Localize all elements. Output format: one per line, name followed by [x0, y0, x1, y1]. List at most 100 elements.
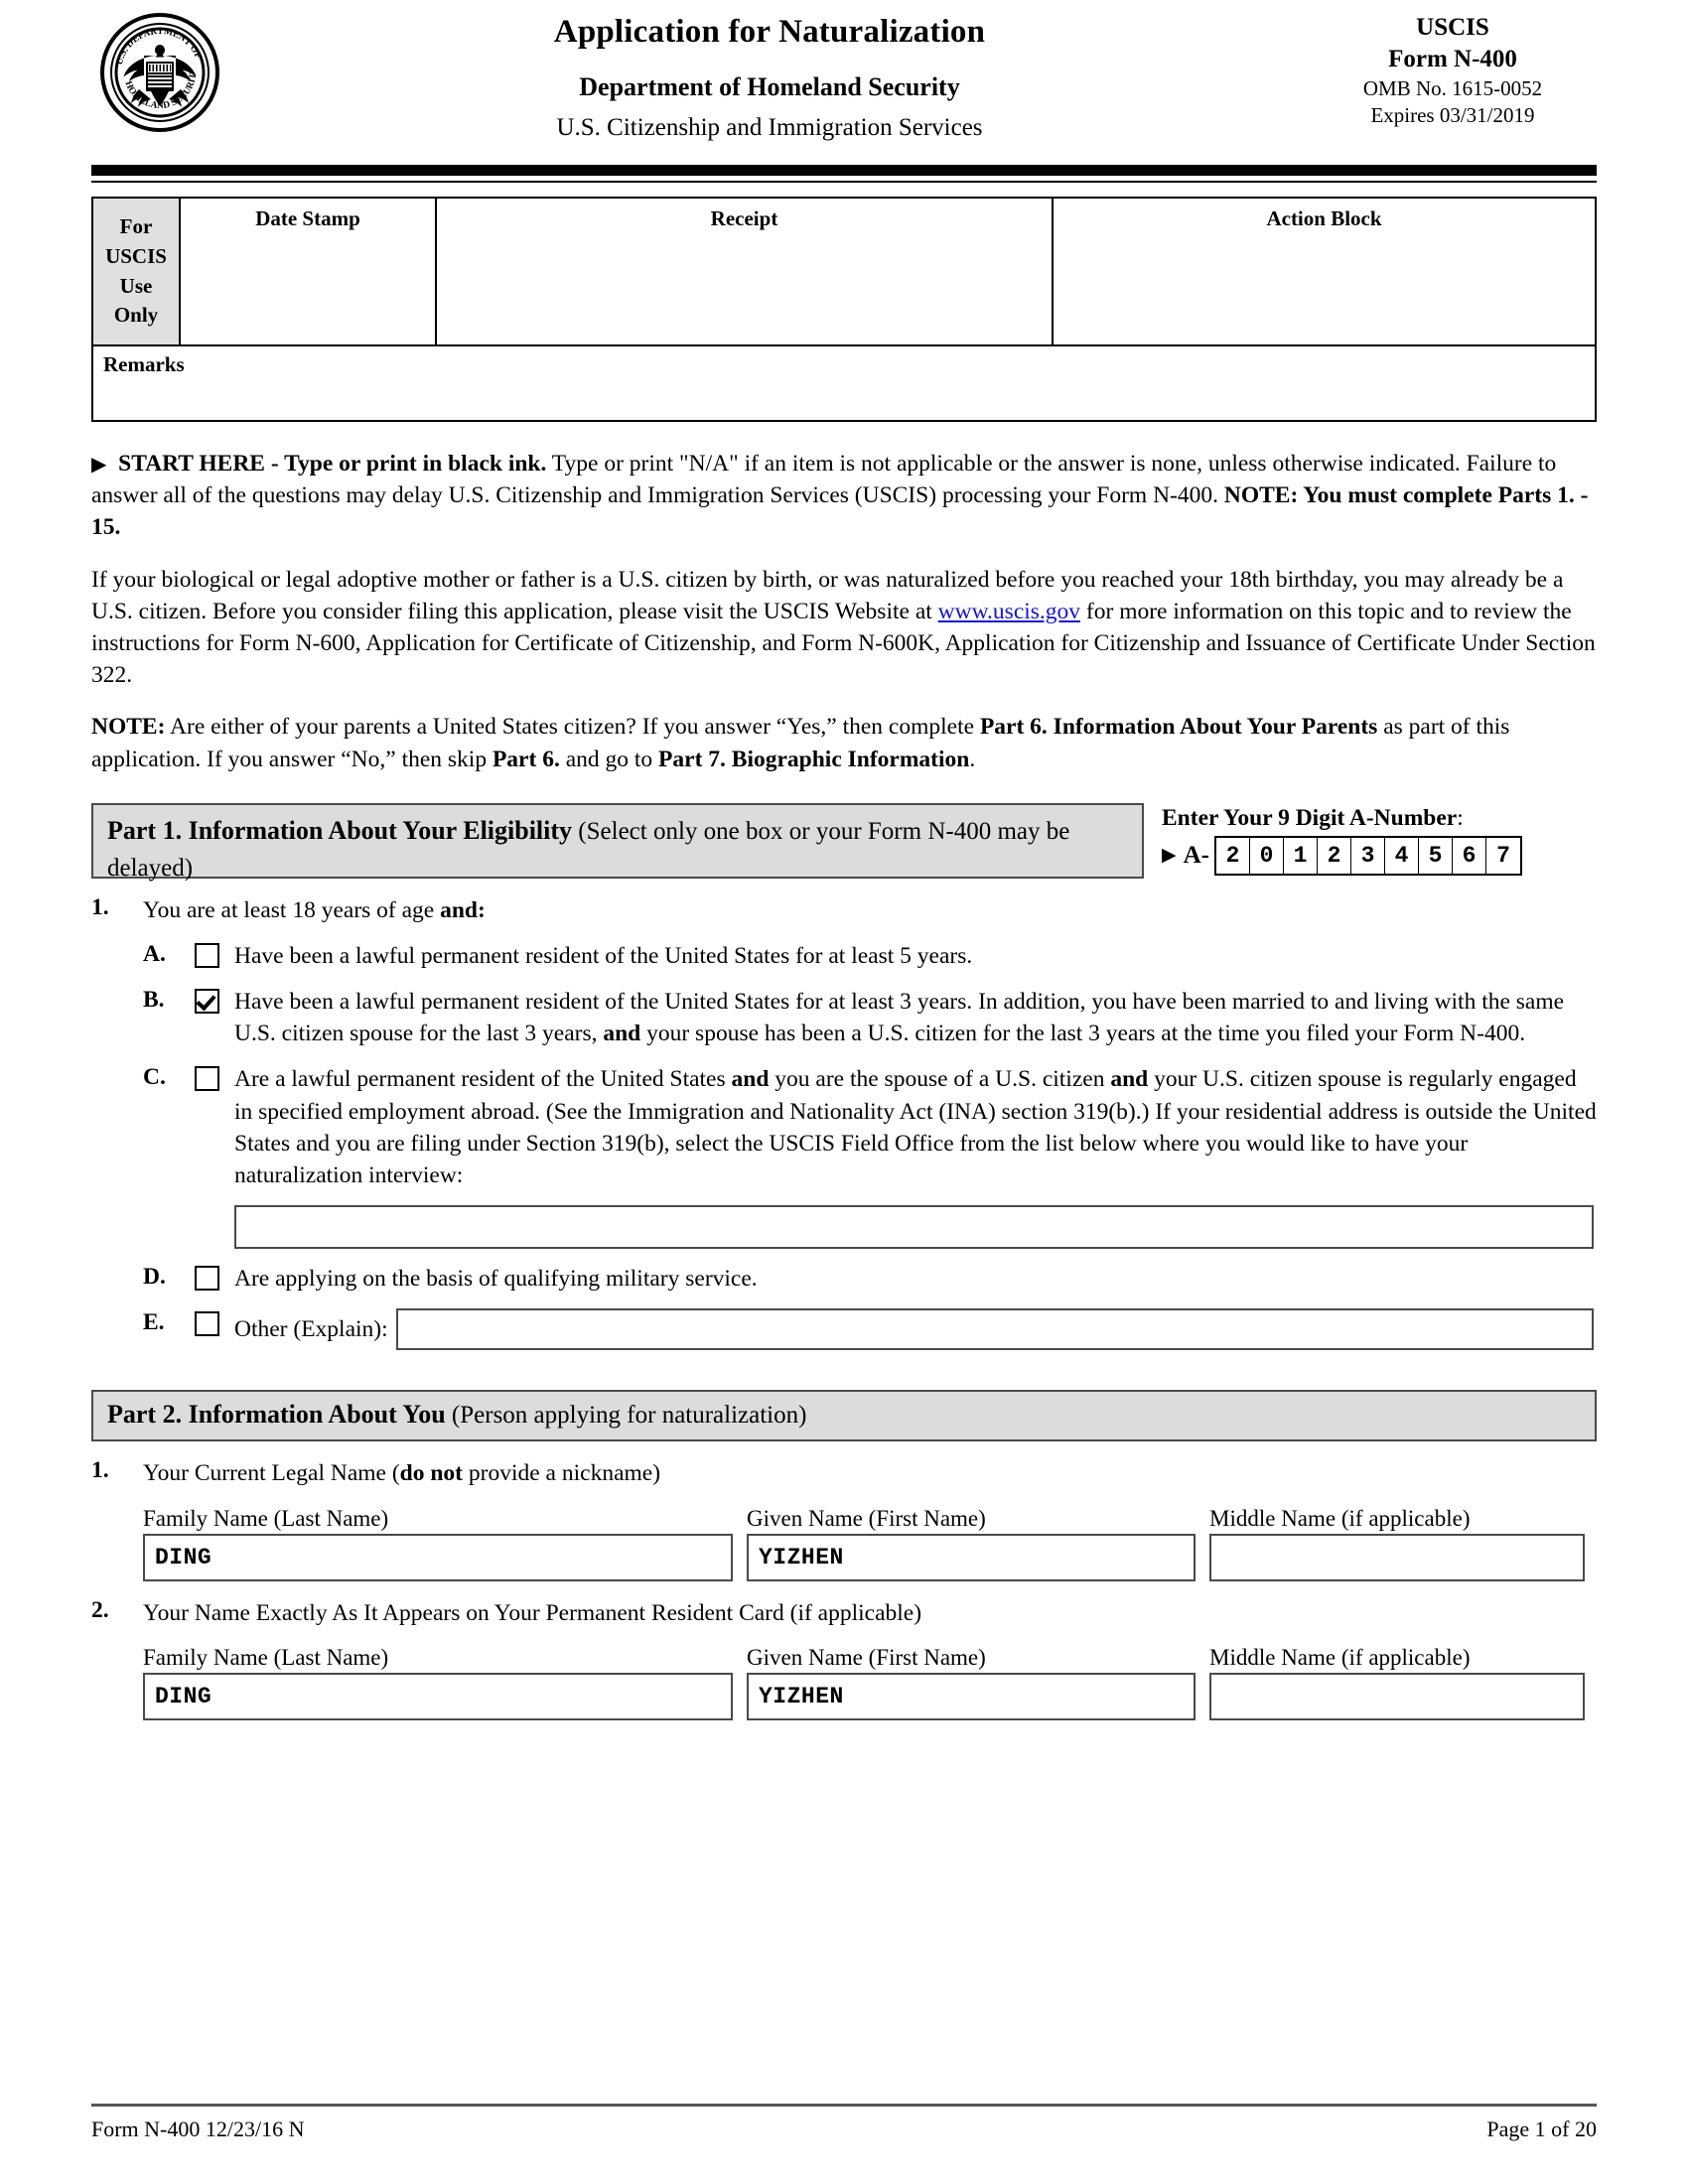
current-name-labels: Family Name (Last Name) Given Name (Firs…: [91, 1506, 1597, 1532]
part2-item-2-label-before: Your Name Exactly As It Appears on Your …: [143, 1599, 922, 1626]
start-here-arrow-icon: ▶: [91, 454, 107, 476]
option-d-letter: D.: [143, 1264, 166, 1291]
current-middle-name-label: Middle Name (if applicable): [1209, 1505, 1471, 1531]
form-identity-block: USCIS Form N-400 OMB No. 1615-0052 Expir…: [1309, 12, 1597, 129]
uscis-use-only-row: For USCIS Use Only Date Stamp Receipt Ac…: [93, 199, 1595, 344]
form-number: Form N-400: [1388, 46, 1517, 72]
a-number-digit-boxes[interactable]: 2 0 1 2 3 4 5 6 7: [1214, 835, 1523, 876]
a-number-block: Enter Your 9 Digit A-Number: ▶ A- 2 0 1 …: [1144, 803, 1597, 876]
footer-rule: [91, 2104, 1597, 2107]
part-1-title-bar: Part 1. Information About Your Eligibili…: [91, 802, 1144, 882]
for-uscis-use-only-label: For USCIS Use Only: [93, 199, 181, 344]
eligibility-question-text: You are at least 18 years of age and:: [143, 894, 486, 926]
option-c-checkbox[interactable]: [195, 1066, 219, 1092]
receipt-cell[interactable]: Receipt: [437, 199, 1054, 344]
part-1-header-row: Part 1. Information About Your Eligibili…: [91, 802, 1597, 882]
prc-middle-name-label: Middle Name (if applicable): [1209, 1644, 1471, 1670]
eligibility-question-row: 1. You are at least 18 years of age and:: [91, 894, 1597, 926]
dhs-seal-icon: U.S. DEPARTMENT OF HOMELAND SECURITY: [96, 5, 220, 133]
option-c-bold-2: and: [1110, 1066, 1149, 1093]
current-name-inputs: DING YIZHEN: [91, 1533, 1597, 1581]
prc-family-name-input[interactable]: DING: [143, 1672, 733, 1720]
a-number-input-row: ▶ A- 2 0 1 2 3 4 5 6 7: [1162, 835, 1597, 876]
eligibility-option-d: D. Are applying on the basis of qualifyi…: [91, 1263, 1597, 1295]
option-b-checkbox[interactable]: [195, 989, 219, 1015]
a-number-digit-4[interactable]: 2: [1318, 837, 1352, 874]
header-thick-rule: [91, 165, 1597, 176]
option-c-text: Are a lawful permanent resident of the U…: [234, 1063, 1597, 1250]
date-stamp-header: Date Stamp: [255, 206, 360, 230]
prc-name-labels: Family Name (Last Name) Given Name (Firs…: [91, 1645, 1597, 1671]
eligibility-question-text-before: You are at least 18 years of age: [143, 896, 441, 923]
option-b-bold-1: and: [603, 1021, 641, 1047]
footer-form-id: Form N-400 12/23/16 N: [91, 2116, 305, 2141]
option-c-text-2: you are the spouse of a U.S. citizen: [769, 1066, 1111, 1093]
eligibility-option-b: B. Have been a lawful permanent resident…: [91, 986, 1597, 1049]
a-number-label-colon: :: [1457, 804, 1464, 831]
note-bold-2: Part 6.: [492, 746, 560, 772]
part2-item-1-row: 1. Your Current Legal Name (do not provi…: [91, 1457, 1597, 1489]
header-thin-rule: [91, 181, 1597, 183]
part2-item-2-row: 2. Your Name Exactly As It Appears on Yo…: [91, 1597, 1597, 1629]
option-a-checkbox[interactable]: [195, 942, 219, 968]
current-given-name-input[interactable]: YIZHEN: [747, 1533, 1196, 1581]
option-b-text: Have been a lawful permanent resident of…: [234, 986, 1597, 1049]
current-family-name-label: Family Name (Last Name): [143, 1505, 389, 1531]
uscis-website-link[interactable]: www.uscis.gov: [938, 599, 1080, 624]
part-2-title-bar: Part 2. Information About You (Person ap…: [91, 1390, 1597, 1442]
note-text-3: and go to: [559, 746, 659, 772]
option-d-text: Are applying on the basis of qualifying …: [234, 1266, 758, 1293]
a-number-arrow-icon: ▶: [1162, 845, 1177, 867]
part2-item-1-label-bold: do not: [399, 1460, 464, 1487]
part2-item-1-label-after: provide a nickname): [463, 1460, 661, 1487]
a-number-digit-1[interactable]: 2: [1216, 837, 1251, 874]
a-number-digit-8[interactable]: 6: [1453, 837, 1487, 874]
action-block-cell[interactable]: Action Block: [1054, 199, 1595, 344]
part2-item-2-label: Your Name Exactly As It Appears on Your …: [143, 1597, 921, 1629]
part2-item-2-number: 2.: [91, 1596, 109, 1623]
prc-family-name-label: Family Name (Last Name): [143, 1644, 389, 1670]
option-c-letter: C.: [143, 1064, 166, 1091]
a-number-digit-9[interactable]: 7: [1486, 838, 1520, 874]
a-number-digit-5[interactable]: 3: [1351, 837, 1386, 874]
option-d-checkbox[interactable]: [195, 1266, 219, 1292]
current-middle-name-input[interactable]: [1209, 1533, 1585, 1581]
omb-number: OMB No. 1615-0052: [1362, 76, 1543, 100]
option-e-letter: E.: [143, 1309, 165, 1336]
use-only-line-3: Use: [119, 273, 153, 298]
part2-item-1-number: 1.: [91, 1457, 109, 1484]
option-b-text-2: your spouse has been a U.S. citizen for …: [640, 1021, 1526, 1047]
date-stamp-cell[interactable]: Date Stamp: [181, 199, 437, 344]
prc-given-name-input[interactable]: YIZHEN: [747, 1672, 1196, 1720]
form-page: U.S. DEPARTMENT OF HOMELAND SECURITY: [0, 0, 1688, 2184]
a-number-digit-2[interactable]: 0: [1250, 837, 1285, 874]
eligibility-question-number: 1.: [91, 893, 109, 920]
option-c-bold-1: and: [731, 1066, 770, 1093]
option-e-explain-input[interactable]: [395, 1308, 1594, 1351]
eligibility-option-c: C. Are a lawful permanent resident of th…: [91, 1063, 1597, 1250]
part-1-title: Part 1. Information About Your Eligibili…: [107, 815, 573, 845]
a-number-digit-6[interactable]: 4: [1385, 837, 1420, 874]
a-number-prefix: A-: [1183, 841, 1210, 869]
part2-item-1-label-before: Your Current Legal Name (: [143, 1460, 400, 1487]
current-family-name-input[interactable]: DING: [143, 1533, 733, 1581]
use-only-line-4: Only: [113, 303, 159, 328]
option-b-letter: B.: [143, 987, 165, 1014]
prc-middle-name-input[interactable]: [1209, 1672, 1585, 1720]
part2-item-1-label: Your Current Legal Name (do not provide …: [143, 1457, 660, 1489]
part-2-title: Part 2. Information About You: [107, 1399, 446, 1429]
uscis-field-office-input[interactable]: [234, 1205, 1594, 1250]
a-number-digit-7[interactable]: 5: [1419, 837, 1454, 874]
note-bold-3: Part 7. Biographic Information: [658, 746, 970, 772]
page-header: U.S. DEPARTMENT OF HOMELAND SECURITY: [91, 0, 1597, 159]
action-block-header: Action Block: [1266, 206, 1382, 230]
note-text-4: .: [969, 746, 976, 772]
footer-row: Form N-400 12/23/16 N Page 1 of 20: [91, 2116, 1597, 2142]
page-footer: Form N-400 12/23/16 N Page 1 of 20: [91, 2104, 1597, 2142]
option-e-checkbox[interactable]: [195, 1311, 219, 1337]
a-number-digit-3[interactable]: 1: [1284, 837, 1319, 874]
use-only-line-2: USCIS: [105, 243, 167, 268]
use-only-line-1: For: [119, 213, 153, 238]
option-a-letter: A.: [143, 940, 166, 967]
remarks-cell[interactable]: Remarks: [93, 344, 1595, 420]
